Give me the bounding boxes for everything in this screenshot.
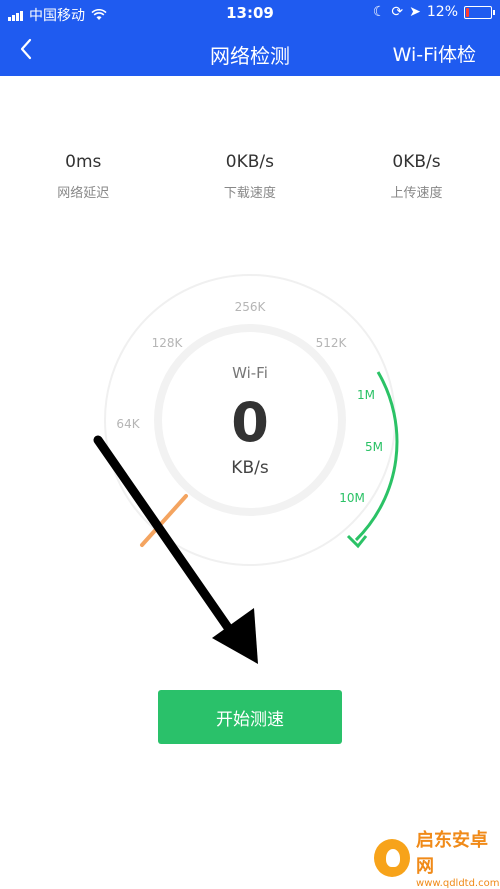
start-speed-test-button[interactable]: 开始测速 <box>158 690 342 744</box>
network-type: Wi-Fi <box>232 364 268 382</box>
tick-10m: 10M <box>339 491 365 505</box>
speed-unit: KB/s <box>231 458 269 478</box>
speed-value: 0 <box>231 391 269 454</box>
watermark-url: www.qdldtd.com <box>416 878 500 889</box>
watermark-logo-icon <box>374 838 411 877</box>
tick-256k: 256K <box>234 300 266 314</box>
tick-128k: 128K <box>151 336 183 350</box>
tick-5m: 5M <box>365 440 383 454</box>
watermark-name: 启东安卓网 <box>416 830 489 877</box>
tick-512k: 512K <box>315 336 347 350</box>
tick-64k: 64K <box>116 417 140 431</box>
instruction-arrow-line <box>93 435 243 647</box>
tick-1m: 1M <box>357 388 375 402</box>
watermark: 启东安卓网 www.qdldtd.com <box>374 826 500 889</box>
